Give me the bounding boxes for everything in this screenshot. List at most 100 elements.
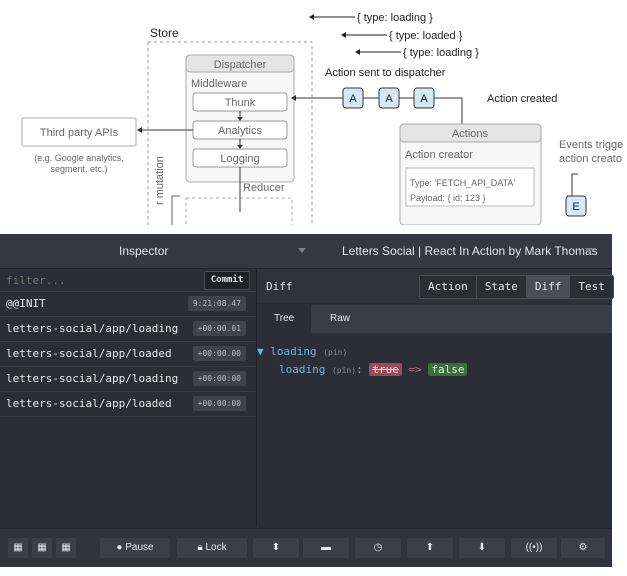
tab-diff[interactable]: Diff — [526, 276, 571, 298]
lock-button[interactable]: 🔒︎ Lock — [177, 538, 247, 558]
pause-icon: ● — [116, 542, 123, 553]
filter-row: Commit — [0, 269, 256, 291]
keyboard-icon: ▬ — [321, 542, 331, 553]
svg-text:A: A — [420, 93, 428, 105]
action-sent-label: Action sent to dispatcher — [325, 67, 446, 79]
dock-bottom-icon[interactable]: ▦ — [56, 538, 76, 558]
dock-right-icon[interactable]: ▦ — [32, 538, 52, 558]
type-loading-2: { type: loading } — [403, 47, 479, 59]
lock-label: Lock — [205, 542, 227, 553]
expand-triangle-icon[interactable]: ▼ — [257, 345, 264, 358]
pin-label[interactable]: (pin) — [323, 348, 347, 357]
old-value: true — [369, 363, 402, 376]
mutation-label: r mutation — [154, 156, 166, 205]
chevron-down-icon[interactable] — [298, 248, 306, 253]
type-loaded: { type: loaded } — [389, 30, 463, 42]
action-time-badge: +00:00:00 — [192, 371, 246, 386]
tab-state[interactable]: State — [476, 276, 527, 298]
reducer-box — [185, 197, 293, 225]
devtools-topbar: Inspector Letters Social | React In Acti… — [0, 234, 612, 269]
thunk-label: Thunk — [225, 97, 256, 109]
tab-test[interactable]: Test — [570, 276, 613, 298]
tree-key: loading — [279, 363, 326, 376]
pause-button[interactable]: ● Pause — [100, 538, 170, 558]
tree-key: loading — [270, 345, 317, 358]
timer-icon: ◷ — [373, 542, 383, 553]
reducer-label: Reducer — [243, 182, 285, 194]
action-time-badge: +00:00.00 — [192, 346, 246, 361]
action-payload-text: Payload: { id: 123 } — [410, 193, 486, 203]
third-party-note-1: (e.g. Google analytics, — [34, 153, 124, 163]
action-name: letters-social/app/loading — [6, 322, 179, 335]
svg-text:E: E — [572, 201, 579, 213]
action-type-text: Type: 'FETCH_API_DATA' — [410, 178, 515, 188]
action-list-item[interactable]: letters-social/app/loading +00:00.01 — [0, 316, 256, 341]
panel-title: Diff — [266, 280, 293, 293]
pause-label: Pause — [125, 542, 154, 553]
logging-label: Logging — [220, 153, 259, 165]
monitor-tabs: Action State Diff Test — [419, 275, 614, 299]
broadcast-icon: ((•)) — [525, 542, 543, 553]
upload-icon: ⬆ — [425, 542, 435, 553]
export-button[interactable]: ⬆ — [407, 538, 453, 558]
action-name: letters-social/app/loaded — [6, 347, 172, 360]
pin-button[interactable]: ⬍ — [253, 538, 299, 558]
pin-icon: ⬍ — [271, 542, 281, 553]
diff-tree: ▼ loading (pin) loading (pin): true => f… — [257, 333, 612, 527]
action-name: @@INIT — [6, 297, 46, 310]
action-list-panel: Commit @@INIT 9:21:08.47 letters-social/… — [0, 269, 257, 527]
timer-button[interactable]: ◷ — [355, 538, 401, 558]
action-name: letters-social/app/loaded — [6, 397, 172, 410]
dispatcher-label: Dispatcher — [214, 59, 267, 71]
action-list-item[interactable]: @@INIT 9:21:08.47 — [0, 291, 256, 316]
svg-text:A: A — [385, 93, 393, 105]
action-time-badge: 9:21:08.47 — [187, 296, 246, 311]
action-list-item[interactable]: letters-social/app/loading +00:00:00 — [0, 366, 256, 391]
tab-action[interactable]: Action — [420, 276, 477, 298]
filter-input[interactable] — [6, 272, 176, 288]
gear-icon: ⚙ — [578, 542, 588, 553]
view-subtabs: Tree Raw — [257, 305, 612, 333]
diff-panel: Diff Action State Diff Test Tree Raw ▼ l… — [257, 269, 614, 527]
download-icon: ⬇ — [477, 542, 487, 553]
diagram-canvas: Store Dispatcher Middleware Thunk Analyt… — [21, 12, 623, 225]
type-loading-1: { type: loading } — [357, 12, 433, 24]
diff-arrow: => — [408, 363, 422, 376]
analytics-label: Analytics — [218, 125, 263, 137]
events-label-2: action creato — [559, 153, 622, 165]
action-list-item[interactable]: letters-social/app/loaded +00:00.00 — [0, 341, 256, 366]
remote-button[interactable]: ((•)) — [511, 538, 557, 558]
new-value: false — [428, 363, 468, 376]
tree-node-child: loading (pin): true => false — [279, 363, 468, 376]
subtab-raw[interactable]: Raw — [330, 313, 350, 324]
diff-header: Diff Action State Diff Test — [257, 269, 614, 303]
middleware-label: Middleware — [191, 78, 247, 90]
inspector-monitor-select[interactable]: Inspector — [119, 244, 168, 258]
third-party-note-2: segment, etc.) — [50, 164, 107, 174]
instance-select[interactable]: Letters Social | React In Action by Mark… — [342, 244, 598, 258]
flux-diagram: Store Dispatcher Middleware Thunk Analyt… — [0, 0, 627, 225]
lock-icon: 🔒︎ — [197, 542, 203, 553]
devtools-toolbar: ▦ ▦ ▦ ● Pause 🔒︎ Lock ⬍ ▬ ◷ ⬆ ⬇ ((•)) ⚙ — [0, 528, 612, 567]
action-time-badge: +00:00.01 — [192, 321, 246, 336]
keyboard-button[interactable]: ▬ — [303, 538, 349, 558]
action-list-item[interactable]: letters-social/app/loaded +00:00:00 — [0, 391, 256, 417]
third-party-label: Third party APIs — [40, 127, 119, 139]
events-label-1: Events trigge — [559, 139, 623, 151]
store-label: Store — [150, 26, 179, 40]
tree-node-parent[interactable]: ▼ loading (pin) — [257, 345, 347, 358]
subtab-tree[interactable]: Tree — [274, 313, 294, 324]
action-time-badge: +00:00:00 — [192, 396, 246, 411]
action-created-label: Action created — [487, 93, 557, 105]
settings-button[interactable]: ⚙ — [561, 538, 605, 558]
actions-label: Actions — [452, 128, 489, 140]
pin-label[interactable]: (pin) — [332, 366, 356, 375]
import-button[interactable]: ⬇ — [459, 538, 505, 558]
commit-button[interactable]: Commit — [204, 271, 250, 290]
redux-devtools-panel: Inspector Letters Social | React In Acti… — [0, 234, 614, 567]
svg-text:A: A — [349, 93, 357, 105]
chevron-down-icon[interactable] — [585, 248, 593, 253]
action-name: letters-social/app/loading — [6, 372, 179, 385]
dock-left-icon[interactable]: ▦ — [8, 538, 28, 558]
action-creator-label: Action creator — [405, 149, 473, 161]
